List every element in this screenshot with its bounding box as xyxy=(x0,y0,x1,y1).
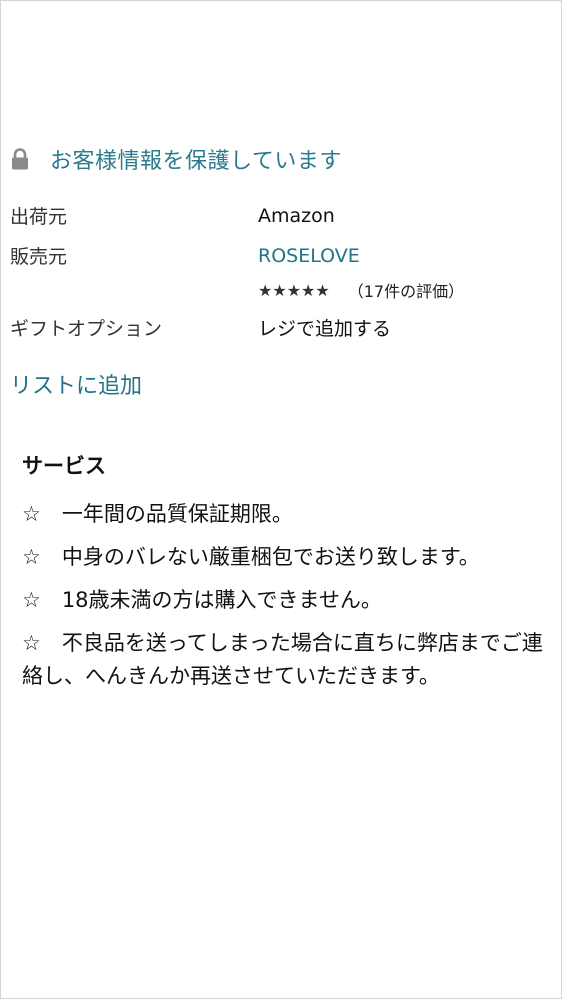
seller-rating[interactable]: ★★★★★ （17件の評価） xyxy=(258,278,464,302)
security-notice: お客様情報を保護しています xyxy=(10,142,342,176)
ships-from-row: 出荷元 Amazon xyxy=(10,202,550,229)
gift-option-row: ギフトオプション レジで追加する xyxy=(10,314,550,341)
service-item: ☆ 中身のバレない厳重梱包でお送り致します。 xyxy=(22,545,480,569)
gift-option-value: レジで追加する xyxy=(258,318,392,340)
sold-by-label: 販売元 xyxy=(10,246,68,268)
gift-option-label: ギフトオプション xyxy=(10,318,163,340)
service-section: サービス ☆ 一年間の品質保証期限。 ☆ 中身のバレない厳重梱包でお送り致します… xyxy=(22,450,546,703)
seller-link[interactable]: ROSELOVE xyxy=(258,245,360,267)
add-to-list-link[interactable]: リストに追加 xyxy=(10,368,142,400)
security-text: お客様情報を保護しています xyxy=(50,149,342,174)
rating-stars: ★★★★★ xyxy=(258,280,330,300)
rating-count: （17件の評価） xyxy=(347,282,465,301)
service-title: サービス xyxy=(22,454,106,478)
service-item: ☆ 18歳未満の方は購入できません。 xyxy=(22,588,382,612)
ships-from-label: 出荷元 xyxy=(10,206,68,228)
lock-icon xyxy=(10,148,30,170)
sold-by-row: 販売元 ROSELOVE xyxy=(10,242,550,269)
ships-from-value: Amazon xyxy=(258,204,335,227)
service-item: ☆ 不良品を送ってしまった場合に直ちに弊店までご連絡し、へんきんか再送させていた… xyxy=(22,631,543,688)
service-item: ☆ 一年間の品質保証期限。 xyxy=(22,502,293,526)
